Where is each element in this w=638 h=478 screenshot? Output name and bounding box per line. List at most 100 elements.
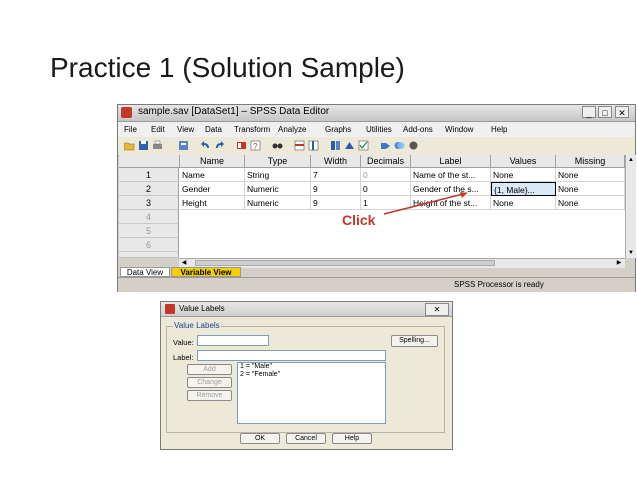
cell-missing[interactable]: None xyxy=(556,196,625,210)
cell-values-selected[interactable]: {1, Male}... xyxy=(491,182,556,196)
scroll-up-arrow-icon[interactable]: ▲ xyxy=(627,156,635,164)
value-input[interactable] xyxy=(197,335,269,346)
row-number[interactable]: 2 xyxy=(119,182,179,196)
use-sets-icon[interactable] xyxy=(394,140,405,151)
row-number[interactable] xyxy=(119,252,179,258)
insert-variable-icon[interactable] xyxy=(308,140,319,151)
list-item[interactable]: 1 = "Male" xyxy=(238,363,385,371)
column-header-type[interactable]: Type xyxy=(245,155,311,168)
cell-values[interactable]: None xyxy=(491,196,556,210)
cell-name[interactable]: Height xyxy=(180,196,245,210)
column-header-name[interactable]: Name xyxy=(180,155,245,168)
status-text: SPSS Processor is ready xyxy=(454,280,544,289)
value-labels-dialog: Value Labels ✕ Value Labels Value: Spell… xyxy=(160,301,453,450)
cell-type[interactable]: Numeric xyxy=(245,182,311,196)
remove-button[interactable]: Remove xyxy=(187,390,232,401)
scroll-left-arrow-icon[interactable]: ◀ xyxy=(180,259,188,267)
menu-addons[interactable]: Add-ons xyxy=(403,125,433,134)
change-button[interactable]: Change xyxy=(187,377,232,388)
menu-transform[interactable]: Transform xyxy=(234,125,270,134)
svg-text:?: ? xyxy=(253,142,258,151)
print-icon[interactable] xyxy=(152,140,163,151)
corner-header xyxy=(119,155,180,168)
help-button[interactable]: Help xyxy=(332,433,372,444)
row-number[interactable]: 3 xyxy=(119,196,179,210)
menu-help[interactable]: Help xyxy=(491,125,507,134)
column-header-values[interactable]: Values xyxy=(491,155,556,168)
slide-title: Practice 1 (Solution Sample) xyxy=(50,52,405,83)
cell-width[interactable]: 7 xyxy=(311,168,361,182)
row-number[interactable]: 5 xyxy=(119,224,179,238)
value-labels-icon[interactable] xyxy=(380,140,391,151)
cell-label[interactable]: Name of the st... xyxy=(411,168,491,182)
spss-data-editor-window: sample.sav [DataSet1] – SPSS Data Editor… xyxy=(117,104,636,292)
cell-missing[interactable]: None xyxy=(556,168,625,182)
cell-width[interactable]: 9 xyxy=(311,182,361,196)
window-titlebar: sample.sav [DataSet1] – SPSS Data Editor… xyxy=(118,105,635,122)
undo-icon[interactable] xyxy=(200,140,211,151)
cell-name[interactable]: Name xyxy=(180,168,245,182)
save-icon[interactable] xyxy=(138,140,149,151)
redo-icon[interactable] xyxy=(214,140,225,151)
menu-bar: File Edit View Data Transform Analyze Gr… xyxy=(118,122,635,137)
column-header-decimals[interactable]: Decimals xyxy=(361,155,411,168)
menu-analyze[interactable]: Analyze xyxy=(278,125,306,134)
variables-icon[interactable]: ? xyxy=(250,140,261,151)
tab-data-view[interactable]: Data View xyxy=(120,267,170,277)
find-icon[interactable] xyxy=(272,140,283,151)
value-labels-list[interactable]: 1 = "Male" 2 = "Female" xyxy=(237,362,386,424)
label-input[interactable] xyxy=(197,350,386,361)
status-bar: SPSS Processor is ready xyxy=(118,277,635,292)
row-number[interactable]: 4 xyxy=(119,210,179,224)
menu-view[interactable]: View xyxy=(177,125,194,134)
select-cases-icon[interactable] xyxy=(358,140,369,151)
insert-cases-icon[interactable] xyxy=(294,140,305,151)
group-title: Value Labels xyxy=(173,321,221,330)
column-header-label[interactable]: Label xyxy=(411,155,491,168)
cell-missing[interactable]: None xyxy=(556,182,625,196)
ok-button[interactable]: OK xyxy=(240,433,280,444)
tab-variable-view[interactable]: Variable View xyxy=(171,267,241,277)
scroll-right-arrow-icon[interactable]: ▶ xyxy=(615,259,623,267)
row-number[interactable]: 6 xyxy=(119,238,179,252)
maximize-button[interactable]: □ xyxy=(598,106,612,118)
value-field-label: Value: xyxy=(173,338,194,347)
minimize-button[interactable]: _ xyxy=(582,106,596,118)
cancel-button[interactable]: Cancel xyxy=(286,433,326,444)
cell-width[interactable]: 9 xyxy=(311,196,361,210)
cell-values[interactable]: None xyxy=(491,168,556,182)
scroll-down-arrow-icon[interactable]: ▼ xyxy=(627,249,635,257)
menu-window[interactable]: Window xyxy=(445,125,473,134)
cell-type[interactable]: Numeric xyxy=(245,196,311,210)
add-button[interactable]: Add xyxy=(187,364,232,375)
menu-utilities[interactable]: Utilities xyxy=(366,125,392,134)
horizontal-scroll-thumb[interactable] xyxy=(195,260,495,266)
cell-name[interactable]: Gender xyxy=(180,182,245,196)
column-header-width[interactable]: Width xyxy=(311,155,361,168)
menu-edit[interactable]: Edit xyxy=(151,125,165,134)
spss-app-icon xyxy=(165,304,175,314)
variable-view-grid: Name Type Width Decimals Label Values Mi… xyxy=(119,155,625,258)
column-header-missing[interactable]: Missing xyxy=(556,155,625,168)
goto-case-icon[interactable] xyxy=(236,140,247,151)
cell-type[interactable]: String xyxy=(245,168,311,182)
menu-graphs[interactable]: Graphs xyxy=(325,125,351,134)
show-all-variables-icon[interactable] xyxy=(408,140,419,151)
row-number[interactable]: 1 xyxy=(119,168,179,182)
dialog-recall-icon[interactable] xyxy=(178,140,189,151)
click-arrow-icon xyxy=(383,192,468,215)
spelling-button[interactable]: Spelling... xyxy=(391,335,438,347)
open-folder-icon[interactable] xyxy=(124,140,135,151)
close-button[interactable]: ✕ xyxy=(615,106,629,118)
weight-cases-icon[interactable] xyxy=(344,140,355,151)
vertical-scrollbar[interactable]: ▲ ▼ xyxy=(625,155,636,258)
split-file-icon[interactable] xyxy=(330,140,341,151)
cell-decimals[interactable]: 0 xyxy=(361,168,411,182)
dialog-close-button[interactable]: ✕ xyxy=(425,303,449,316)
menu-file[interactable]: File xyxy=(124,125,137,134)
label-field-label: Label: xyxy=(173,353,194,362)
window-title: sample.sav [DataSet1] – SPSS Data Editor xyxy=(138,106,330,117)
list-item[interactable]: 2 = "Female" xyxy=(238,371,385,379)
toolbar: ? xyxy=(118,137,635,156)
menu-data[interactable]: Data xyxy=(205,125,222,134)
